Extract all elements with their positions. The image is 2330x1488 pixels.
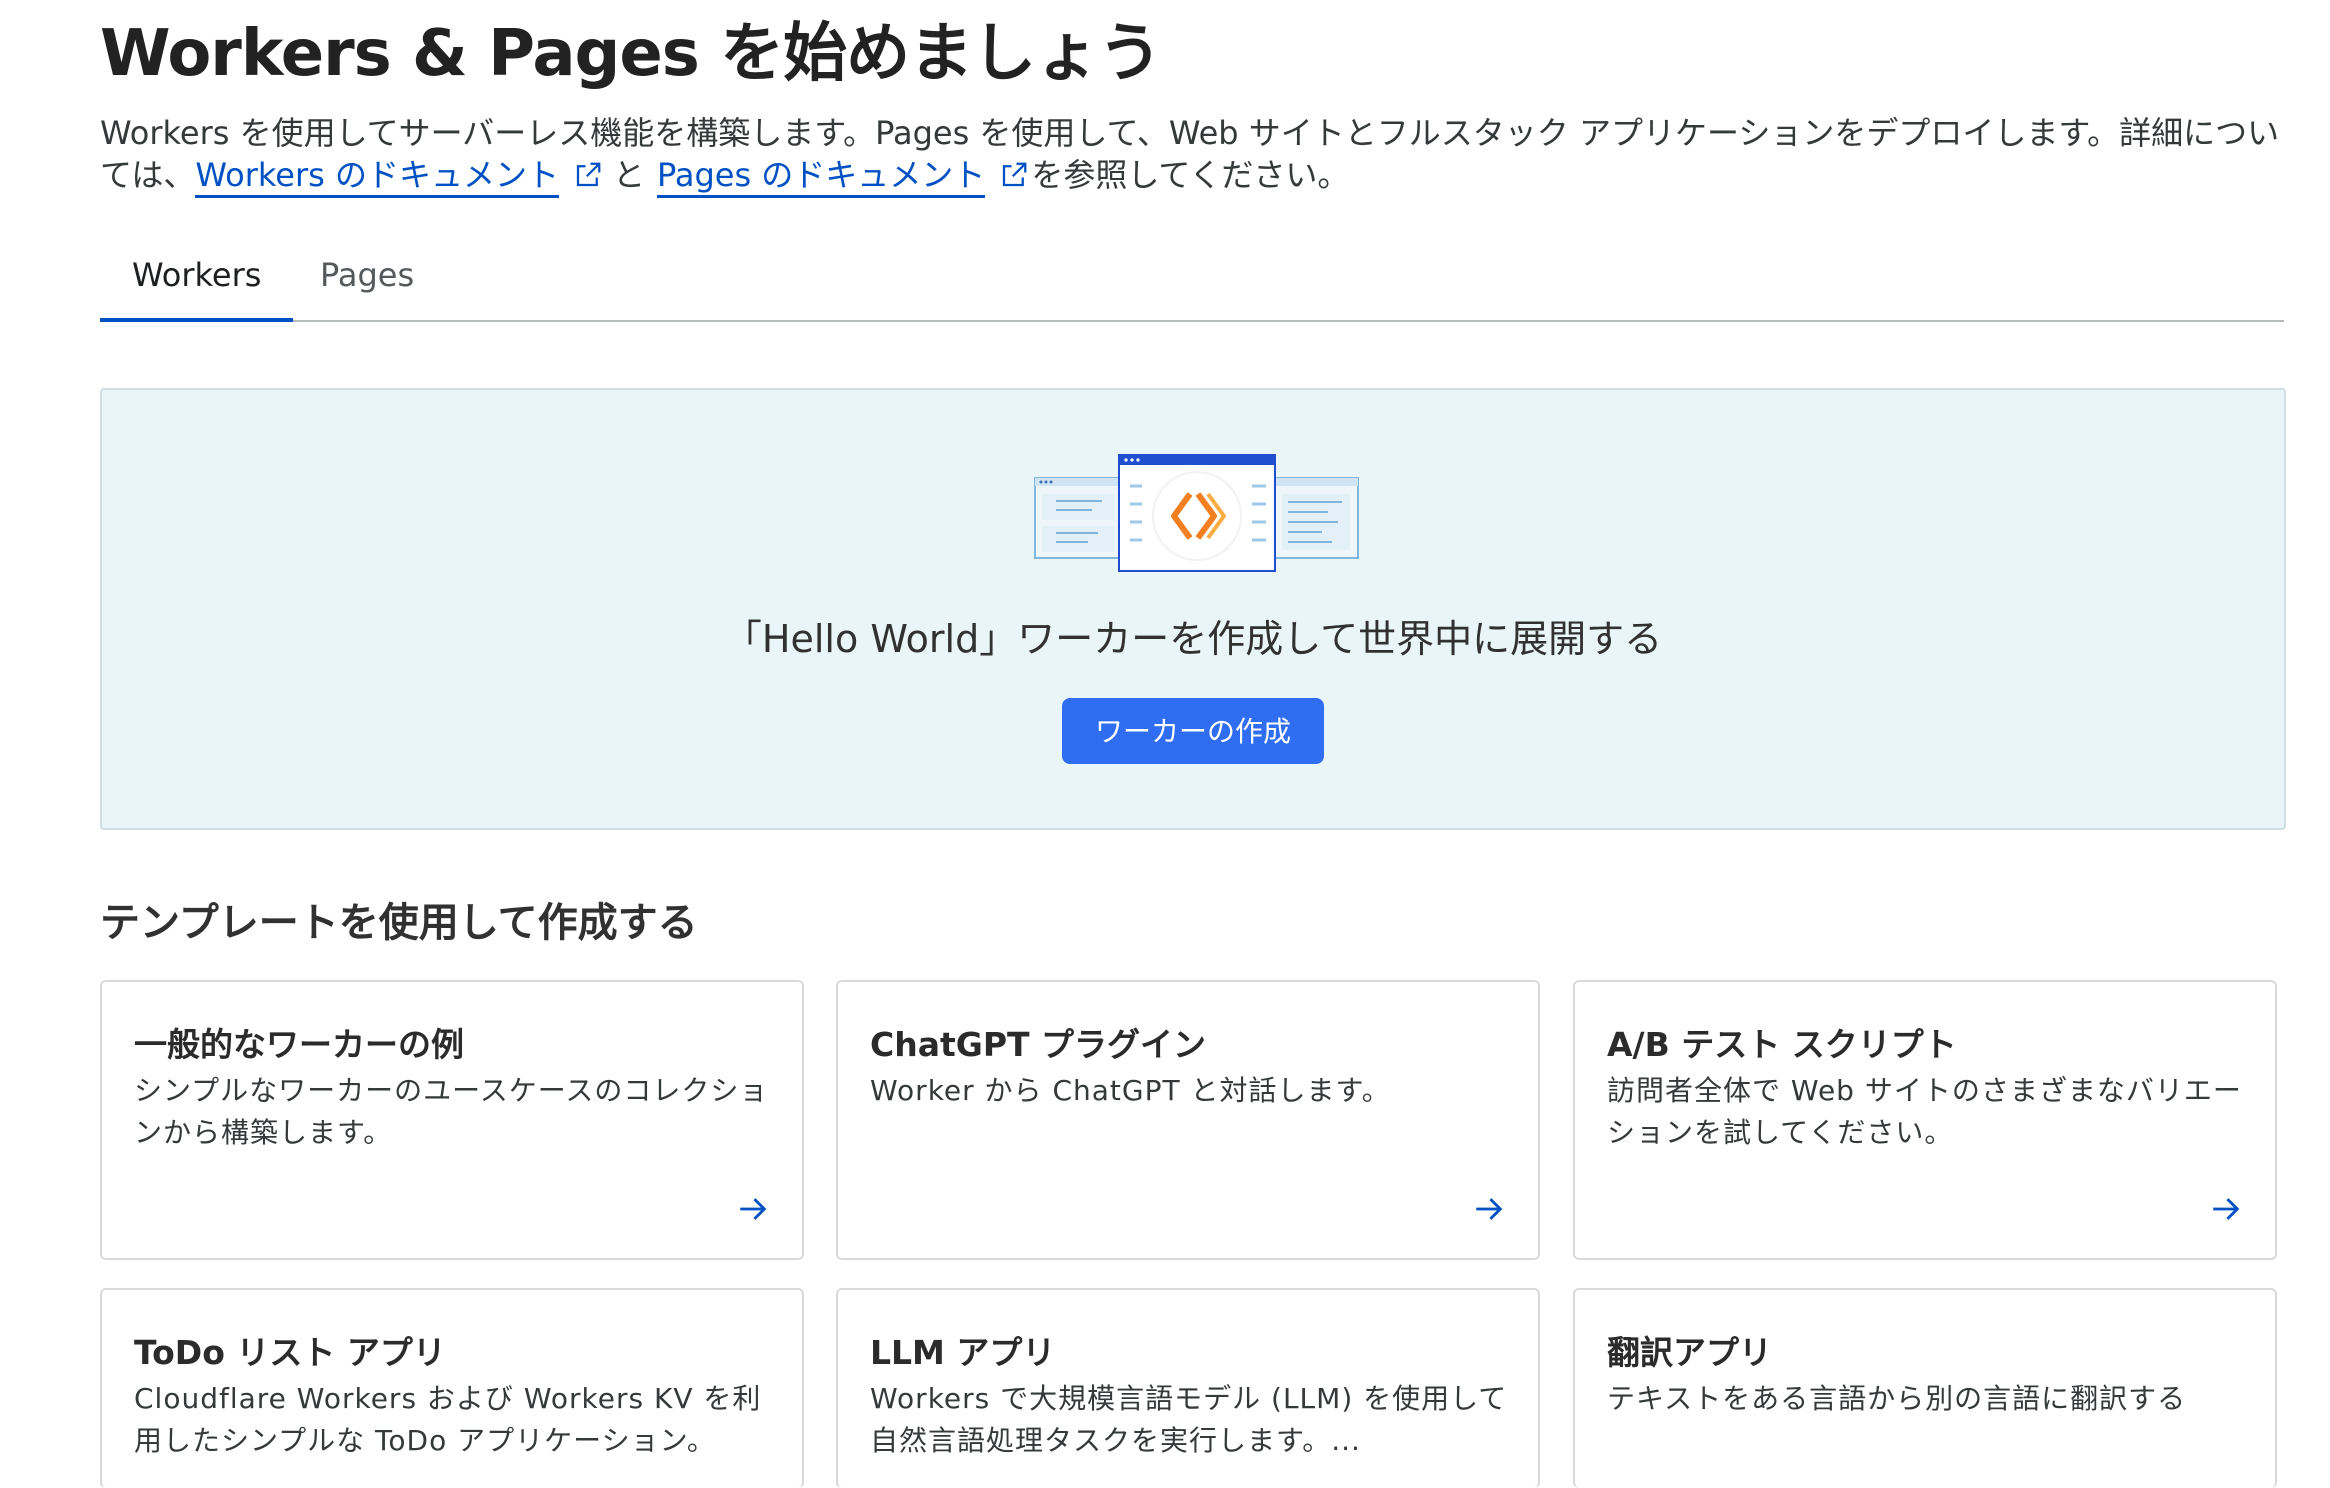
- create-worker-button[interactable]: ワーカーの作成: [1062, 698, 1324, 764]
- tab-bar: Workers Pages: [100, 240, 2284, 322]
- card-description: Workers で大規模言語モデル (LLM) を使用して自然言語処理タスクを実…: [870, 1382, 1508, 1457]
- tab-workers[interactable]: Workers: [100, 240, 294, 322]
- card-description: Worker から ChatGPT と対話します。: [870, 1074, 1391, 1107]
- template-card-translate[interactable]: 翻訳アプリ テキストをある言語から別の言語に翻訳する: [1573, 1288, 2277, 1488]
- hero-text: 「Hello World」ワーカーを作成して世界中に展開する: [723, 617, 1663, 661]
- arrow-right-icon: [1476, 1198, 1503, 1220]
- arrow-right-icon: [2213, 1198, 2240, 1220]
- page: Workers & Pages を始めましょう Workers を使用してサーバ…: [0, 0, 2330, 1488]
- template-card-llm[interactable]: LLM アプリ Workers で大規模言語モデル (LLM) を使用して自然言…: [836, 1288, 1540, 1488]
- card-title: 翻訳アプリ: [1607, 1333, 1772, 1372]
- card-title: ToDo リスト アプリ: [134, 1333, 446, 1372]
- card-description: シンプルなワーカーのユースケースのコレクションから構築します。: [134, 1074, 769, 1149]
- card-title: 一般的なワーカーの例: [134, 1025, 464, 1064]
- pages-docs-link[interactable]: Pages のドキュメント: [656, 156, 986, 198]
- template-card-worker-examples[interactable]: 一般的なワーカーの例 シンプルなワーカーのユースケースのコレクションから構築しま…: [100, 980, 804, 1260]
- card-description: Cloudflare Workers および Workers KV を利用したシ…: [134, 1382, 762, 1457]
- card-title: A/B テスト スクリプト: [1607, 1025, 1957, 1064]
- intro-text: Workers を使用してサーバーレス機能を構築します。Pages を使用して、…: [100, 112, 2290, 198]
- arrow-right-icon: [740, 1198, 767, 1220]
- page-title: Workers & Pages を始めましょう: [100, 17, 1162, 91]
- intro-and: と: [612, 156, 645, 194]
- card-description: テキストをある言語から別の言語に翻訳する: [1607, 1382, 2187, 1415]
- card-description: 訪問者全体で Web サイトのさまざまなバリエーションを試してください。: [1607, 1074, 2242, 1149]
- tab-pages[interactable]: Pages: [288, 240, 446, 320]
- templates-section-title: テンプレートを使用して作成する: [100, 900, 698, 946]
- card-title: LLM アプリ: [870, 1333, 1056, 1372]
- template-card-chatgpt-plugin[interactable]: ChatGPT プラグイン Worker から ChatGPT と対話します。: [836, 980, 1540, 1260]
- workers-illustration: [1034, 454, 1359, 572]
- hello-world-banner: 「Hello World」ワーカーを作成して世界中に展開する ワーカーの作成: [100, 388, 2286, 830]
- card-title: ChatGPT プラグイン: [870, 1025, 1207, 1064]
- external-link-icon[interactable]: [999, 160, 1029, 190]
- workers-docs-link[interactable]: Workers のドキュメント: [195, 156, 559, 198]
- template-card-todo[interactable]: ToDo リスト アプリ Cloudflare Workers および Work…: [100, 1288, 804, 1488]
- intro-part2: を参照してください。: [1031, 156, 1350, 194]
- external-link-icon[interactable]: [573, 160, 603, 190]
- template-card-ab-test[interactable]: A/B テスト スクリプト 訪問者全体で Web サイトのさまざまなバリエーショ…: [1573, 980, 2277, 1260]
